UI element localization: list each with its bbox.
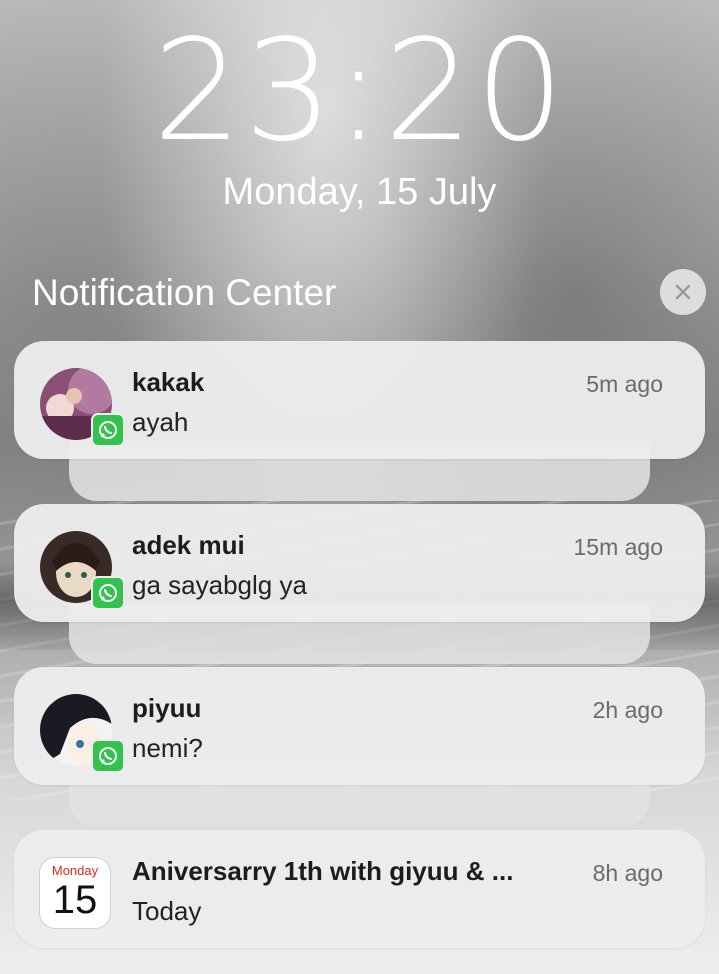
- whatsapp-icon: [91, 413, 125, 447]
- notification-time: 15m ago: [573, 534, 663, 560]
- notification-body: nemi?: [132, 733, 203, 763]
- close-icon: [675, 284, 691, 300]
- notification-stack-calendar[interactable]: Monday 15 Aniversarry 1th with giyuu & .…: [14, 830, 705, 948]
- notification-body: ga sayabglg ya: [132, 570, 307, 600]
- notification-body: ayah: [132, 407, 189, 437]
- notification-center-title: Notification Center: [32, 272, 337, 313]
- notification-time: 8h ago: [592, 860, 663, 886]
- calendar-icon-day: Monday: [51, 863, 99, 878]
- notification-title: Aniversarry 1th with giyuu & ...: [132, 856, 514, 886]
- notification-title: kakak: [132, 367, 205, 397]
- notification-stack-piyuu[interactable]: piyuu nemi? 2h ago: [14, 667, 705, 827]
- notification-card[interactable]: Monday 15 Aniversarry 1th with giyuu & .…: [14, 830, 705, 948]
- lockscreen-date: Monday, 15 July: [222, 171, 497, 213]
- notification-time: 2h ago: [592, 697, 663, 723]
- notification-stack-kakak[interactable]: kakak ayah 5m ago: [14, 341, 705, 501]
- lockscreen-clock: 23:20: [152, 10, 567, 173]
- calendar-icon: Monday 15: [40, 858, 110, 928]
- notification-card[interactable]: kakak ayah 5m ago: [14, 341, 705, 459]
- notification-time: 5m ago: [586, 371, 663, 397]
- notification-card[interactable]: piyuu nemi? 2h ago: [14, 667, 705, 785]
- notification-stack-adek-mui[interactable]: adek mui ga sayabglg ya 15m ago: [14, 504, 705, 664]
- whatsapp-icon: [91, 739, 125, 773]
- whatsapp-icon: [91, 576, 125, 610]
- calendar-icon-date: 15: [52, 878, 98, 922]
- notification-body: Today: [132, 896, 202, 926]
- notification-card[interactable]: adek mui ga sayabglg ya 15m ago: [14, 504, 705, 622]
- clear-notifications-button[interactable]: [660, 269, 706, 315]
- notification-title: adek mui: [132, 530, 245, 560]
- notification-title: piyuu: [132, 693, 202, 723]
